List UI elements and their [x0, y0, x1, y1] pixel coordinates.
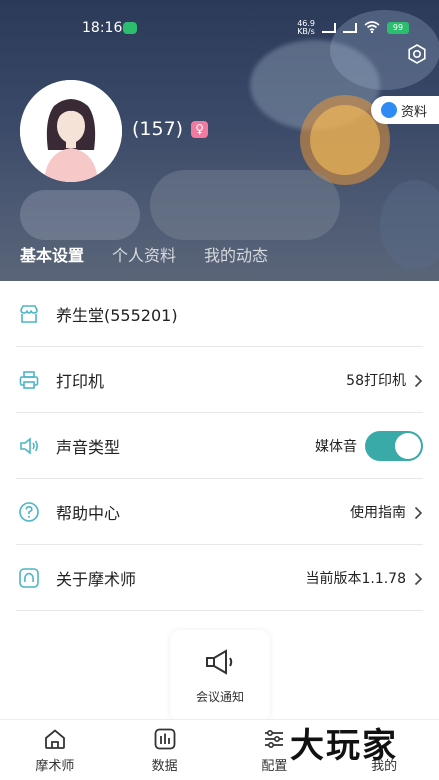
user-icon [372, 727, 396, 751]
help-center-value: 使用指南 [350, 504, 406, 521]
nav-item-home[interactable]: 摩术师 [0, 720, 110, 780]
profile-header: 18:16 46.9 KB/s 99 资料 (157) ♀ 基本设置 个人资料 … [0, 0, 439, 281]
wifi-icon [364, 21, 380, 35]
tab-personal-info[interactable]: 个人资料 [112, 242, 176, 266]
settings-row-about[interactable]: 关于摩术师 当前版本1.1.78 [16, 545, 423, 611]
chevron-right-icon [414, 571, 423, 585]
chevron-right-icon [414, 373, 423, 387]
nav-item-config[interactable]: 配置 [220, 720, 330, 780]
tab-my-activity[interactable]: 我的动态 [204, 242, 268, 266]
settings-row-printer[interactable]: 打印机 58打印机 [16, 347, 423, 413]
message-notification-icon [123, 22, 137, 34]
nav-label: 摩术师 [35, 758, 75, 774]
nav-item-mine[interactable]: 我的 [329, 720, 439, 780]
nav-label: 数据 [151, 758, 178, 774]
profile-info-label: 资料 [401, 104, 428, 120]
sound-toggle[interactable] [365, 430, 423, 461]
header-background-decoration [20, 190, 140, 240]
status-time: 18:16 [82, 20, 123, 36]
settings-gear-icon[interactable] [407, 44, 427, 64]
nav-item-data[interactable]: 数据 [110, 720, 220, 780]
robot-icon [381, 102, 397, 118]
header-background-decoration [380, 180, 439, 270]
status-bar: 18:16 46.9 KB/s 99 [0, 0, 439, 56]
megaphone-icon [204, 648, 236, 680]
printer-value: 58打印机 [346, 372, 406, 389]
app-logo-icon [18, 567, 40, 589]
network-speed: 46.9 KB/s [297, 19, 315, 36]
user-name: (157) ♀ [132, 118, 209, 140]
status-icons: 46.9 KB/s 99 [297, 20, 409, 36]
female-icon: ♀ [191, 120, 209, 138]
speaker-icon [18, 435, 40, 457]
profile-tabs: 基本设置 个人资料 我的动态 [20, 242, 268, 266]
settings-list: 养生堂(555201) 打印机 58打印机 声音类型 媒体音 帮助中心 使用指南 [0, 281, 439, 611]
profile-info-button[interactable]: 资料 [371, 96, 439, 124]
app-version: 当前版本1.1.78 [305, 570, 406, 587]
store-name: 养生堂(555201) [56, 305, 178, 325]
user-name-text: (157) [132, 118, 184, 140]
chart-icon [153, 727, 177, 751]
tab-basic-settings[interactable]: 基本设置 [20, 242, 84, 266]
printer-icon [18, 369, 40, 391]
sliders-icon [262, 727, 286, 751]
meeting-notice-button[interactable]: 会议通知 [170, 630, 270, 722]
settings-row-store[interactable]: 养生堂(555201) [16, 281, 423, 347]
sound-type-label: 声音类型 [56, 437, 121, 457]
toggle-knob [395, 432, 421, 459]
nav-label: 我的 [371, 758, 398, 774]
settings-row-help[interactable]: 帮助中心 使用指南 [16, 479, 423, 545]
avatar-illustration [20, 80, 122, 182]
meeting-notice-label: 会议通知 [195, 689, 244, 704]
store-icon [18, 303, 40, 325]
avatar[interactable] [20, 80, 122, 182]
help-center-label: 帮助中心 [56, 503, 121, 523]
header-background-decoration [150, 170, 340, 240]
help-icon [18, 501, 40, 523]
signal-icon [322, 23, 336, 33]
signal-icon [343, 23, 357, 33]
home-icon [43, 727, 67, 751]
about-label: 关于摩术师 [56, 569, 137, 589]
printer-label: 打印机 [56, 371, 105, 391]
settings-row-sound: 声音类型 媒体音 [16, 413, 423, 479]
bottom-navigation: 摩术师 数据 配置 我的 [0, 719, 439, 780]
battery-icon: 99 [387, 22, 409, 34]
sound-type-value: 媒体音 [315, 438, 357, 455]
chevron-right-icon [414, 505, 423, 519]
nav-label: 配置 [261, 758, 288, 774]
